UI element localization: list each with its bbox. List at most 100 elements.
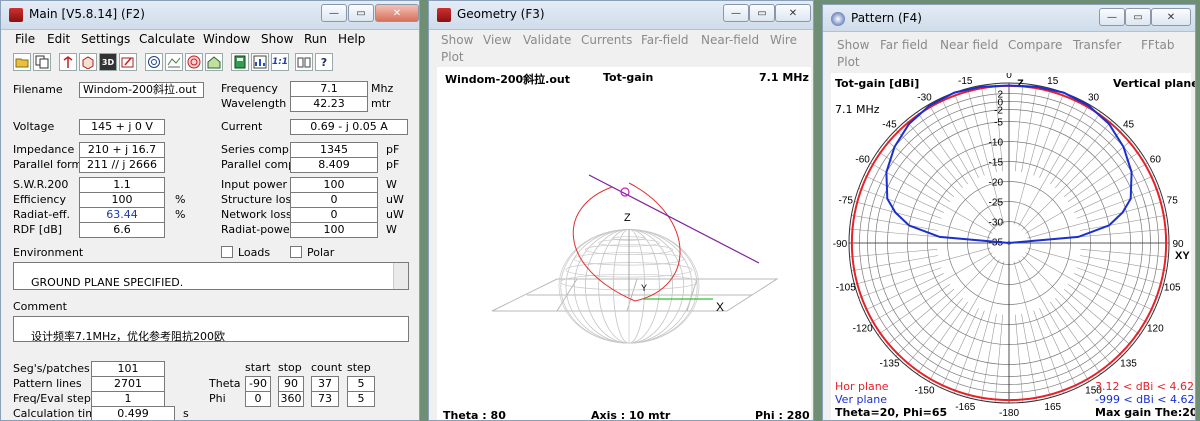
grid-spoke: [1014, 314, 1024, 403]
polar-checkbox[interactable]: [290, 246, 302, 258]
menu-run[interactable]: Run: [304, 32, 327, 46]
geometry-menu-far-field[interactable]: Far-field: [641, 33, 689, 47]
target-icon[interactable]: [145, 53, 163, 71]
scale-1-1-icon[interactable]: 1:1: [271, 53, 289, 71]
pattern-minimize-button[interactable]: —: [1099, 8, 1125, 26]
pattern-menu-near-field[interactable]: Near field: [940, 38, 998, 52]
menu-help[interactable]: Help: [338, 32, 365, 46]
current-field[interactable]: 0.69 - j 0.05 A: [290, 119, 408, 135]
geometry-menu-currents[interactable]: Currents: [581, 33, 632, 47]
radiat-eff-field[interactable]: 63.44: [79, 207, 165, 223]
parallel-form-field[interactable]: 211 // j 2666: [79, 157, 165, 173]
edit-pattern-icon[interactable]: [119, 53, 137, 71]
wavelength-field[interactable]: 42.23: [290, 96, 368, 112]
house-icon[interactable]: [205, 53, 223, 71]
open-folder-icon[interactable]: [13, 53, 31, 71]
pattern-maximize-button[interactable]: ▭: [1125, 8, 1151, 26]
voltage-field[interactable]: 145 + j 0 V: [79, 119, 165, 135]
comment-label: Comment: [13, 300, 67, 313]
geometry-canvas[interactable]: Windom-200斜拉.out Tot-gain 7.1 MHz Z Y X …: [437, 67, 811, 421]
pattern-menu-transfer[interactable]: Transfer: [1073, 38, 1121, 52]
rdf-field[interactable]: 6.6: [79, 222, 165, 238]
axis-z-label: Z: [624, 212, 631, 224]
polar-plot[interactable]: 0153045607590105120135150165-180-165-150…: [831, 73, 1191, 421]
minimize-button[interactable]: —: [321, 4, 347, 22]
menu-window[interactable]: Window: [203, 32, 250, 46]
phi-start-field[interactable]: 0: [245, 391, 271, 407]
angle-label: -150: [914, 385, 934, 396]
radiat-power-field[interactable]: 100: [290, 222, 378, 238]
loads-checkbox[interactable]: [221, 246, 233, 258]
structure-loss-field[interactable]: 0: [290, 192, 378, 208]
geometry-menu-plot[interactable]: Plot: [441, 50, 464, 64]
network-loss-field[interactable]: 0: [290, 207, 378, 223]
grid-spoke: [849, 248, 938, 258]
geometry-maximize-button[interactable]: ▭: [749, 4, 775, 22]
menu-edit[interactable]: Edit: [47, 32, 70, 46]
radiat-eff-unit: %: [175, 208, 186, 221]
maximize-button[interactable]: ▭: [348, 4, 374, 22]
polar-pattern-icon[interactable]: [185, 53, 203, 71]
geometry-menu-view[interactable]: View: [483, 33, 511, 47]
grid-spoke: [1013, 261, 1051, 398]
close-button[interactable]: ✕: [375, 4, 419, 22]
menu-show[interactable]: Show: [261, 32, 293, 46]
phi-count-field[interactable]: 73: [311, 391, 339, 407]
input-power-field[interactable]: 100: [290, 177, 378, 193]
parallel-comp-field[interactable]: 8.409: [290, 157, 378, 173]
pattern-menu-fftab[interactable]: FFtab: [1141, 38, 1174, 52]
theta-start-field[interactable]: -90: [245, 376, 271, 392]
antenna-wire: [588, 174, 760, 264]
pattern-menu-show[interactable]: Show: [837, 38, 869, 52]
calc-time-field[interactable]: 0.499: [91, 406, 175, 420]
theta-count-field[interactable]: 37: [311, 376, 339, 392]
pattern-menu-plot[interactable]: Plot: [837, 55, 860, 69]
frequency-field[interactable]: 7.1: [290, 81, 368, 97]
pattern-canvas[interactable]: Tot-gain [dBi] Vertical plane 7.1 MHz 01…: [831, 73, 1195, 421]
pattern-close-button[interactable]: ✕: [1151, 8, 1191, 26]
geometry-menu-validate[interactable]: Validate: [523, 33, 571, 47]
environment-scrollbar[interactable]: [393, 263, 408, 289]
sweep-header-step: step: [347, 361, 371, 374]
impedance-field[interactable]: 210 + j 16.7: [79, 142, 165, 158]
copy-icon[interactable]: [33, 53, 51, 71]
theta-stop-field[interactable]: 90: [278, 376, 304, 392]
main-menubar: File Edit Settings Calculate Window Show…: [1, 30, 419, 48]
help-icon[interactable]: ?: [315, 53, 333, 71]
menu-file[interactable]: File: [15, 32, 35, 46]
pattern-menu-far-field[interactable]: Far field: [880, 38, 928, 52]
phi-step-field[interactable]: 5: [347, 391, 375, 407]
geometry-cube-icon[interactable]: [79, 53, 97, 71]
chart-icon[interactable]: [251, 53, 269, 71]
geometry-3d-view[interactable]: Z Y X: [437, 67, 811, 421]
series-comp-field[interactable]: 1345: [290, 142, 378, 158]
geometry-minimize-button[interactable]: —: [723, 4, 749, 22]
geometry-menu-wire[interactable]: Wire: [770, 33, 797, 47]
menu-calculate[interactable]: Calculate: [139, 32, 195, 46]
grid-spoke: [1018, 259, 1090, 382]
pattern-lines-field[interactable]: 2701: [91, 376, 165, 392]
geometry-close-button[interactable]: ✕: [775, 4, 811, 22]
segs-field[interactable]: 101: [91, 361, 165, 377]
geometry-menu-near-field[interactable]: Near-field: [701, 33, 759, 47]
efficiency-field[interactable]: 100: [79, 192, 165, 208]
surface-icon[interactable]: [165, 53, 183, 71]
book-icon[interactable]: [295, 53, 313, 71]
geometry-menu-show[interactable]: Show: [441, 33, 473, 47]
main-titlebar[interactable]: Main [V5.8.14] (F2) — ▭ ✕: [1, 1, 419, 30]
view-3d-icon[interactable]: 3D: [99, 53, 117, 71]
filename-field[interactable]: Windom-200斜拉.out: [79, 82, 204, 98]
pattern-titlebar[interactable]: Pattern (F4) — ▭ ✕: [823, 5, 1195, 32]
comment-text: 设计频率7.1MHz，优化参考阻抗200欧: [31, 330, 226, 342]
menu-settings[interactable]: Settings: [81, 32, 130, 46]
calculator-icon[interactable]: [231, 53, 249, 71]
swr-field[interactable]: 1.1: [79, 177, 165, 193]
antenna-icon[interactable]: [59, 53, 77, 71]
pattern-menu-compare[interactable]: Compare: [1008, 38, 1062, 52]
geometry-titlebar[interactable]: Geometry (F3) — ▭ ✕: [429, 1, 813, 30]
freq-eval-field[interactable]: 1: [91, 391, 165, 407]
theta-step-field[interactable]: 5: [347, 376, 375, 392]
comment-memo[interactable]: 设计频率7.1MHz，优化参考阻抗200欧: [13, 316, 409, 342]
phi-stop-field[interactable]: 360: [278, 391, 304, 407]
environment-memo[interactable]: GROUND PLANE SPECIFIED. WHERE WIRE ENDS …: [13, 262, 409, 290]
